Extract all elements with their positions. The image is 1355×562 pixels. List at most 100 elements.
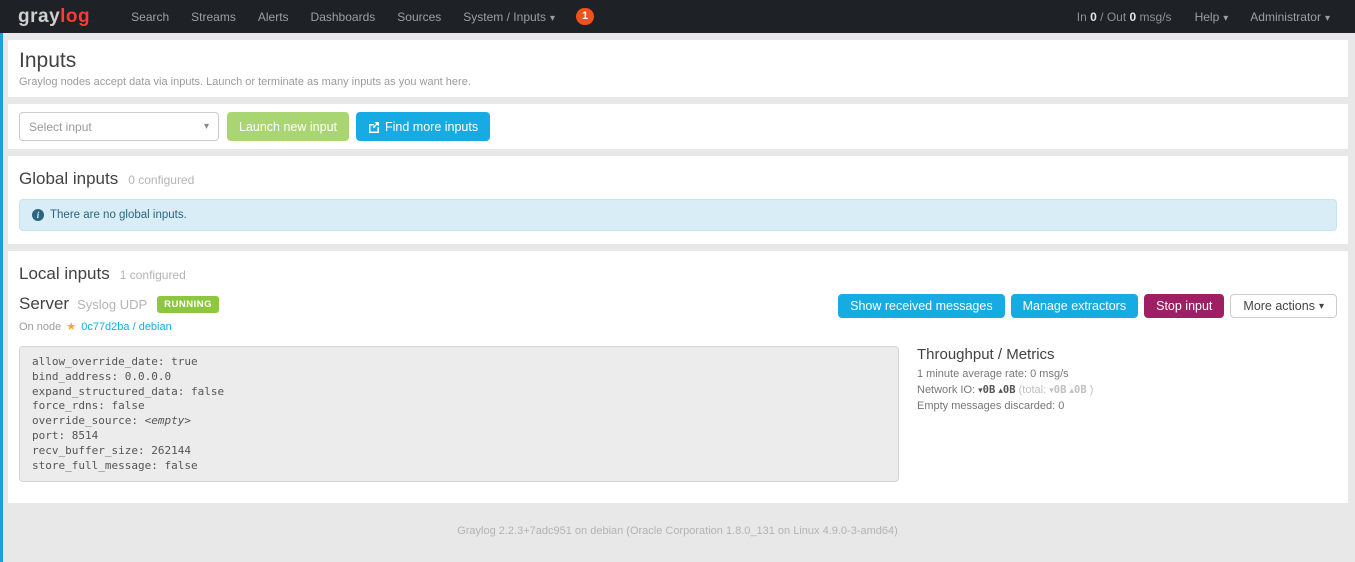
config-key: store_full_message	[32, 459, 164, 472]
config-row: override_source<empty>	[32, 414, 886, 429]
input-details: allow_override_datetrue bind_address0.0.…	[19, 346, 1337, 494]
show-received-messages-button[interactable]: Show received messages	[838, 294, 1004, 318]
metrics-title: Throughput / Metrics	[917, 346, 1337, 363]
status-badge: RUNNING	[157, 296, 219, 313]
config-value: 0.0.0.0	[125, 370, 171, 383]
external-link-icon	[368, 121, 380, 133]
user-label: Administrator	[1250, 10, 1321, 24]
throughput-out-value: 0	[1130, 10, 1137, 24]
page-title: Inputs	[19, 49, 1337, 73]
star-icon: ★	[66, 321, 76, 333]
nav-system-label: System / Inputs	[463, 10, 546, 24]
logo-text-log: log	[60, 6, 90, 27]
global-inputs-row: Global inputs 0 configured i There are n…	[8, 156, 1348, 244]
config-key: force_rdns	[32, 399, 111, 412]
config-row: store_full_messagefalse	[32, 459, 886, 474]
network-io-total: (total: ▾0B ▴0B )	[1019, 384, 1094, 396]
metric-rate: 1 minute average rate: 0 msg/s	[917, 368, 1337, 380]
config-key: port	[32, 429, 72, 442]
throughput-out-label: / Out	[1100, 10, 1126, 24]
info-icon: i	[32, 209, 44, 221]
nav-item-alerts[interactable]: Alerts	[247, 10, 300, 24]
input-actions: Show received messages Manage extractors…	[832, 294, 1337, 318]
input-launcher-row: Select input ▾ Launch new input Find mor…	[8, 104, 1348, 149]
input-type-select[interactable]: Select input ▾	[19, 112, 219, 141]
network-io-total-up: 0B	[1074, 384, 1087, 396]
stop-input-button[interactable]: Stop input	[1144, 294, 1224, 318]
nav-item-user-menu[interactable]: Administrator ▾	[1239, 10, 1341, 24]
network-io-label: Network IO:	[917, 384, 975, 396]
main-nav: Search Streams Alerts Dashboards Sources…	[120, 10, 566, 24]
config-value: 262144	[151, 444, 191, 457]
nav-item-help[interactable]: Help▾	[1184, 10, 1240, 24]
nav-item-streams[interactable]: Streams	[180, 10, 247, 24]
config-value: <empty>	[145, 414, 191, 427]
config-key: bind_address	[32, 370, 125, 383]
config-row: bind_address0.0.0.0	[32, 370, 886, 385]
config-row: port8514	[32, 429, 886, 444]
find-more-inputs-label: Find more inputs	[385, 120, 478, 134]
select-placeholder: Select input	[29, 120, 204, 134]
nav-item-dashboards[interactable]: Dashboards	[300, 10, 387, 24]
alert-text: There are no global inputs.	[50, 209, 187, 221]
config-value: true	[171, 355, 198, 368]
config-key: override_source	[32, 414, 145, 427]
find-more-inputs-button[interactable]: Find more inputs	[356, 112, 490, 141]
chevron-down-icon: ▾	[1319, 301, 1324, 312]
nav-item-system-inputs[interactable]: System / Inputs▾	[452, 10, 566, 24]
nav-item-search[interactable]: Search	[120, 10, 180, 24]
launch-new-input-button[interactable]: Launch new input	[227, 112, 349, 141]
throughput-metrics: Throughput / Metrics 1 minute average ra…	[917, 346, 1337, 482]
no-global-inputs-alert: i There are no global inputs.	[19, 199, 1337, 231]
config-value: false	[191, 385, 224, 398]
config-key: recv_buffer_size	[32, 444, 151, 457]
config-value: 8514	[72, 429, 99, 442]
config-key: expand_structured_data	[32, 385, 191, 398]
chevron-down-icon: ▾	[1223, 13, 1228, 24]
page-content: Inputs Graylog nodes accept data via inp…	[0, 33, 1355, 503]
on-node-label: On node	[19, 321, 61, 333]
config-row: expand_structured_datafalse	[32, 385, 886, 400]
left-edge-accent	[0, 33, 3, 562]
input-name: Server	[19, 294, 69, 314]
config-row: allow_override_datetrue	[32, 355, 886, 370]
config-key: allow_override_date	[32, 355, 171, 368]
chevron-down-icon: ▾	[1325, 13, 1330, 24]
config-value: false	[111, 399, 144, 412]
total-prefix: (total:	[1019, 384, 1047, 396]
more-actions-button[interactable]: More actions ▾	[1230, 294, 1337, 318]
page-header-row: Inputs Graylog nodes accept data via inp…	[8, 40, 1348, 97]
local-inputs-row: Local inputs 1 configured Server Syslog …	[8, 251, 1348, 503]
network-io-total-down: 0B	[1054, 384, 1067, 396]
throughput-suffix: msg/s	[1140, 10, 1172, 24]
network-io-down: 0B	[983, 384, 996, 396]
input-title-block: Server Syslog UDP RUNNING On node ★ 0c77…	[19, 294, 832, 333]
version-footer: Graylog 2.2.3+7adc951 on debian (Oracle …	[0, 510, 1355, 552]
input-entry-header: Server Syslog UDP RUNNING On node ★ 0c77…	[19, 294, 1337, 333]
help-label: Help	[1195, 10, 1220, 24]
node-line: On node ★ 0c77d2ba / debian	[19, 320, 832, 333]
more-actions-label: More actions	[1243, 299, 1315, 313]
graylog-logo[interactable]: graylog	[18, 6, 90, 28]
global-inputs-header: Global inputs 0 configured	[19, 169, 1337, 189]
throughput-in-value: 0	[1090, 10, 1097, 24]
chevron-down-icon: ▾	[204, 121, 209, 132]
local-inputs-count: 1 configured	[120, 268, 186, 282]
manage-extractors-button[interactable]: Manage extractors	[1011, 294, 1139, 318]
network-io-up: 0B	[1003, 384, 1016, 396]
notification-badge[interactable]: 1	[576, 8, 594, 25]
total-suffix: )	[1090, 384, 1094, 396]
logo-text-gray: gray	[18, 6, 60, 27]
throughput-in-label: In	[1077, 10, 1087, 24]
local-inputs-header: Local inputs 1 configured	[19, 264, 1337, 284]
node-link[interactable]: 0c77d2ba / debian	[81, 321, 172, 333]
nav-item-sources[interactable]: Sources	[386, 10, 452, 24]
config-value: false	[164, 459, 197, 472]
metric-network-io: Network IO: ▾0B ▴0B (total: ▾0B ▴0B )	[917, 384, 1337, 396]
input-type: Syslog UDP	[77, 297, 147, 312]
global-inputs-count: 0 configured	[128, 173, 194, 187]
page-description: Graylog nodes accept data via inputs. La…	[19, 76, 1337, 88]
global-inputs-title: Global inputs	[19, 169, 118, 189]
global-throughput: In 0 / Out 0 msg/s	[1065, 10, 1184, 24]
navbar-right: In 0 / Out 0 msg/s Help▾ Administrator▾	[1065, 10, 1341, 24]
